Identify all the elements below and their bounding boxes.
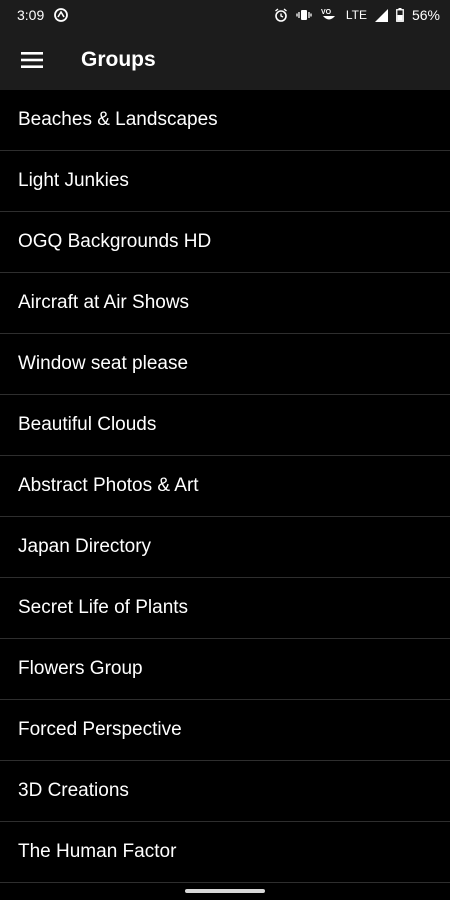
menu-icon — [21, 52, 43, 68]
svg-text:VO: VO — [321, 9, 332, 16]
list-item[interactable]: Abstract Photos & Art — [0, 456, 450, 517]
notification-icon — [54, 8, 69, 22]
status-right: VO LTE 56% — [274, 7, 440, 23]
list-item[interactable]: 3D Creations — [0, 761, 450, 822]
page-title: Groups — [81, 48, 156, 71]
menu-button[interactable] — [0, 30, 64, 90]
list-item[interactable]: Flowers Group — [0, 639, 450, 700]
list-item[interactable]: Beautiful Clouds — [0, 395, 450, 456]
alarm-icon — [274, 8, 288, 22]
status-bar: 3:09 VO LTE 56% — [0, 0, 450, 30]
vibrate-icon — [296, 8, 312, 22]
list-item[interactable]: Forced Perspective — [0, 700, 450, 761]
network-type: LTE — [345, 8, 367, 22]
list-item[interactable]: Window seat please — [0, 334, 450, 395]
status-time: 3:09 — [17, 7, 45, 23]
list-item[interactable]: OGQ Backgrounds HD — [0, 212, 450, 273]
battery-percent: 56% — [411, 7, 440, 23]
list-item[interactable]: The Human Factor — [0, 822, 450, 883]
battery-icon — [396, 8, 404, 22]
list-item[interactable]: Aircraft at Air Shows — [0, 273, 450, 334]
app-bar: Groups — [0, 30, 450, 90]
signal-icon — [374, 8, 388, 22]
volte-icon: VO — [320, 7, 338, 23]
group-list: Beaches & Landscapes Light Junkies OGQ B… — [0, 90, 450, 900]
list-item[interactable]: Secret Life of Plants — [0, 578, 450, 639]
status-left: 3:09 — [17, 7, 69, 23]
list-item[interactable]: Japan Directory — [0, 517, 450, 578]
list-item[interactable]: Beaches & Landscapes — [0, 90, 450, 151]
home-indicator[interactable] — [185, 889, 265, 893]
list-item[interactable]: Light Junkies — [0, 151, 450, 212]
